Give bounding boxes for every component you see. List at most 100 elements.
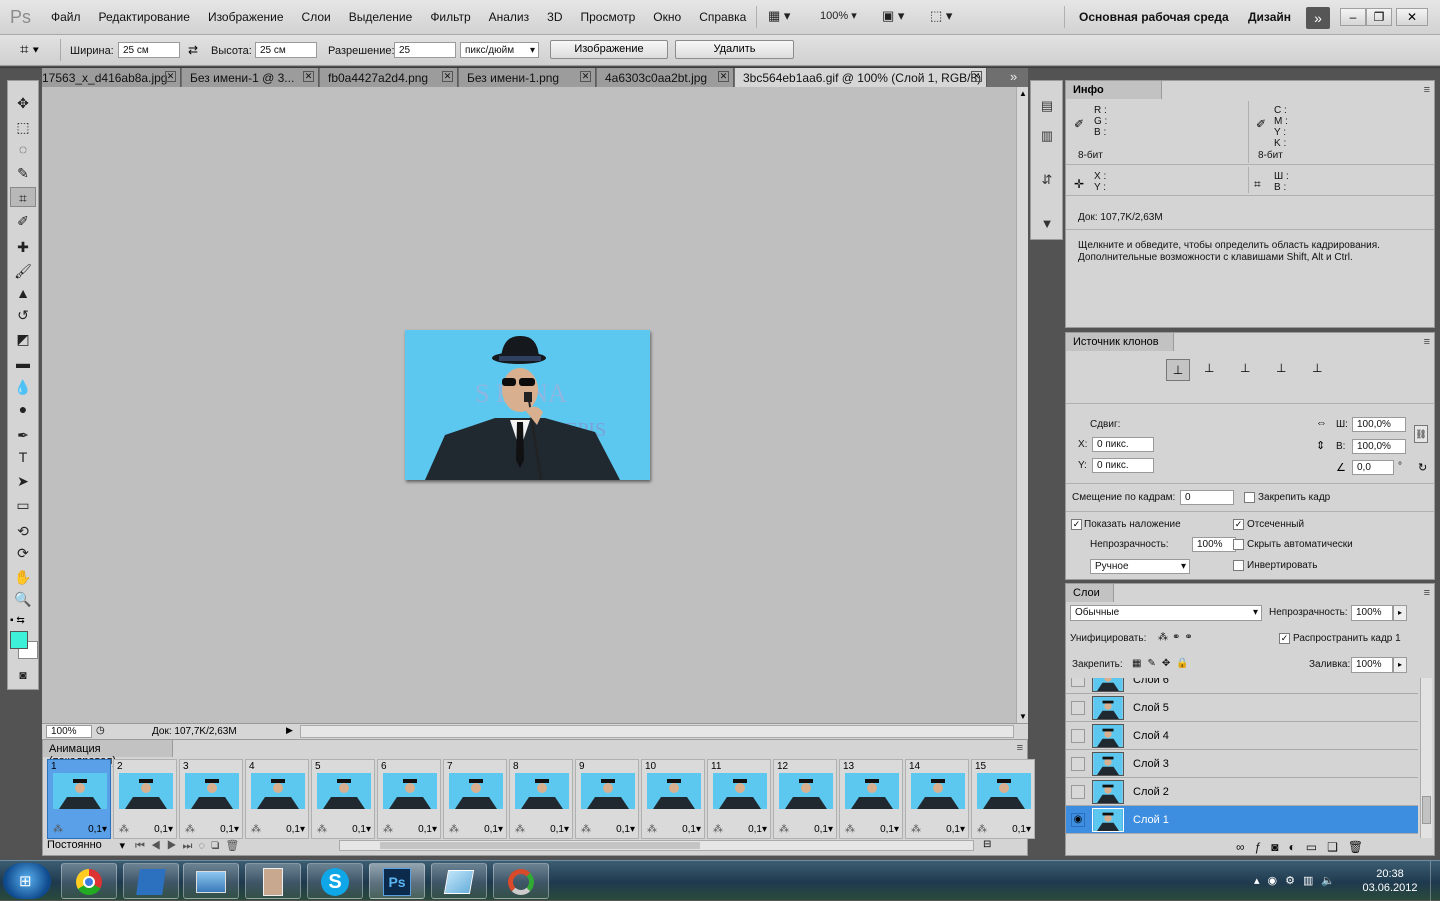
link-scale-icon[interactable]: ⛓ — [1414, 425, 1428, 443]
overlay-mode-select[interactable]: Ручное ▾ — [1090, 559, 1190, 574]
animation-frame[interactable]: 3 ⁂ 0,1▾ — [179, 759, 243, 839]
frame-strip-scrollbar[interactable] — [339, 840, 974, 851]
menu-select[interactable]: Выделение — [340, 10, 422, 24]
restore-button[interactable]: ❐ — [1366, 8, 1392, 26]
dispose-icon[interactable]: ⁂ — [119, 824, 129, 835]
type-tool-icon[interactable]: T — [10, 447, 36, 467]
visibility-toggle[interactable] — [1071, 678, 1085, 687]
taskbar-app[interactable] — [245, 863, 301, 899]
resolution-unit-select[interactable]: пикс/дюйм ▾ — [460, 42, 539, 58]
visibility-toggle[interactable] — [1071, 729, 1085, 743]
zoom-tool-icon[interactable]: 🔍 — [10, 589, 36, 609]
scroll-down-icon[interactable]: ▼ — [1019, 712, 1027, 721]
menu-help[interactable]: Справка — [690, 10, 755, 24]
frame-delay[interactable]: 0,1▾ — [220, 824, 239, 835]
animation-frame[interactable]: 15 ⁂ 0,1▾ — [971, 759, 1035, 839]
swap-dimensions-icon[interactable]: ⇄ — [188, 43, 198, 57]
unify-style-icon[interactable]: ⚭ — [1184, 632, 1196, 643]
taskbar-app[interactable] — [183, 863, 239, 899]
taskbar-skype[interactable]: S — [307, 863, 363, 899]
taskbar-app[interactable] — [431, 863, 487, 899]
animation-frame[interactable]: 10 ⁂ 0,1▾ — [641, 759, 705, 839]
frame-delay[interactable]: 0,1▾ — [880, 824, 899, 835]
eyedropper-tool-icon[interactable]: ✐ — [10, 211, 36, 231]
panel-menu-icon[interactable]: ≡ — [1424, 587, 1430, 599]
clone-source-2-icon[interactable]: ⊥ — [1204, 361, 1214, 375]
3d-rotate-tool-icon[interactable]: ⟲ — [10, 521, 36, 541]
unify-position-icon[interactable]: ⁂ — [1158, 632, 1172, 643]
info-panel-title[interactable]: Инфо — [1066, 81, 1162, 99]
panel-menu-icon[interactable]: ≡ — [1424, 336, 1430, 348]
status-menu-arrow-icon[interactable]: ▶ — [286, 725, 293, 736]
animation-frame[interactable]: 8 ⁂ 0,1▾ — [509, 759, 573, 839]
reset-transform-icon[interactable]: ↻ — [1418, 461, 1427, 474]
new-layer-icon[interactable]: ❑ — [1327, 840, 1348, 854]
width-field[interactable]: 25 см — [118, 42, 180, 58]
frame-delay[interactable]: 0,1▾ — [748, 824, 767, 835]
scroll-thumb[interactable] — [1422, 796, 1431, 824]
animation-frame[interactable]: 12 ⁂ 0,1▾ — [773, 759, 837, 839]
frame-delay[interactable]: 0,1▾ — [88, 824, 107, 835]
menu-file[interactable]: Файл — [42, 10, 90, 24]
offset-y-field[interactable]: 0 пикс. — [1092, 458, 1154, 473]
animation-frame[interactable]: 9 ⁂ 0,1▾ — [575, 759, 639, 839]
healing-brush-tool-icon[interactable]: ✚ — [10, 237, 36, 257]
animation-frame[interactable]: 6 ⁂ 0,1▾ — [377, 759, 441, 839]
blend-mode-select[interactable]: Обычные ▾ — [1070, 605, 1262, 621]
layers-panel-title[interactable]: Слои — [1066, 584, 1114, 602]
taskbar-app[interactable] — [123, 863, 179, 899]
menu-3d[interactable]: 3D — [538, 10, 571, 24]
frame-delay[interactable]: 0,1▾ — [550, 824, 569, 835]
group-icon[interactable]: ▭ — [1306, 840, 1327, 854]
taskbar-chrome[interactable] — [61, 863, 117, 899]
document-tab[interactable]: 17563_x_d416ab8a.jpg ✕ — [42, 68, 181, 87]
menu-edit[interactable]: Редактирование — [90, 10, 199, 24]
clone-source-3-icon[interactable]: ⊥ — [1240, 361, 1250, 375]
start-button[interactable]: ⊞ — [3, 863, 51, 899]
frame-delay[interactable]: 0,1▾ — [484, 824, 503, 835]
layer-row[interactable]: Слой 3 — [1066, 750, 1418, 778]
next-frame-icon[interactable]: ⏭ — [183, 840, 199, 852]
invert-checkbox[interactable] — [1233, 560, 1244, 571]
animation-frame[interactable]: 14 ⁂ 0,1▾ — [905, 759, 969, 839]
paths-panel-icon[interactable]: ⇵ — [1035, 169, 1059, 191]
zoom-dropdown[interactable]: 100% ▾ — [820, 9, 870, 27]
document-image[interactable]: S ERNA EPIS — [405, 330, 650, 480]
front-image-button[interactable]: Изображение — [550, 40, 668, 59]
canvas-vertical-scrollbar[interactable]: ▲ ▼ — [1016, 87, 1028, 723]
pen-tool-icon[interactable]: ✒ — [10, 425, 36, 445]
layer-row[interactable]: Слой 4 — [1066, 722, 1418, 750]
volume-icon[interactable]: 🔈 — [1321, 875, 1343, 887]
frame-offset-field[interactable]: 0 — [1180, 490, 1234, 505]
menu-filter[interactable]: Фильтр — [421, 10, 479, 24]
close-tab-icon[interactable]: ✕ — [165, 71, 176, 82]
menu-window[interactable]: Окно — [644, 10, 690, 24]
crop-tool-preset-picker[interactable]: ⌗ ▾ — [20, 41, 39, 58]
tween-icon[interactable]: ◌ — [198, 840, 211, 852]
dodge-tool-icon[interactable]: ● — [10, 399, 36, 419]
unify-visibility-icon[interactable]: ⚭ — [1172, 632, 1184, 643]
auto-hide-checkbox[interactable] — [1233, 539, 1244, 550]
history-panel-icon[interactable]: ▤ — [1035, 95, 1059, 117]
dispose-icon[interactable]: ⁂ — [185, 824, 195, 835]
quick-select-tool-icon[interactable]: ✎ — [10, 163, 36, 183]
more-tabs-icon[interactable]: » — [1010, 69, 1017, 84]
hand-tool-icon[interactable]: ✋ — [10, 567, 36, 587]
document-tab[interactable]: Без имени-1.png ✕ — [459, 68, 596, 87]
menu-view[interactable]: Просмотр — [571, 10, 644, 24]
visibility-toggle[interactable] — [1071, 757, 1085, 771]
close-tab-icon[interactable]: ✕ — [442, 71, 453, 82]
tray-expand-icon[interactable]: ▴ — [1254, 875, 1268, 887]
screen-mode-button[interactable]: ⬚ ▾ — [930, 8, 964, 26]
taskbar-photoshop[interactable]: Ps — [369, 863, 425, 899]
dispose-icon[interactable]: ⁂ — [383, 824, 393, 835]
frame-delay[interactable]: 0,1▾ — [1012, 824, 1031, 835]
show-desktop-button[interactable] — [1430, 861, 1440, 901]
layer-style-icon[interactable]: ƒ — [1255, 840, 1272, 854]
close-tab-icon[interactable]: ✕ — [303, 71, 314, 82]
overlay-opacity-field[interactable]: 100% — [1192, 537, 1236, 552]
delete-frame-icon[interactable]: 🗑 — [225, 840, 245, 852]
taskbar-clock[interactable]: 20:38 03.06.2012 — [1352, 867, 1428, 895]
dispose-icon[interactable]: ⁂ — [647, 824, 657, 835]
frame-delay[interactable]: 0,1▾ — [946, 824, 965, 835]
